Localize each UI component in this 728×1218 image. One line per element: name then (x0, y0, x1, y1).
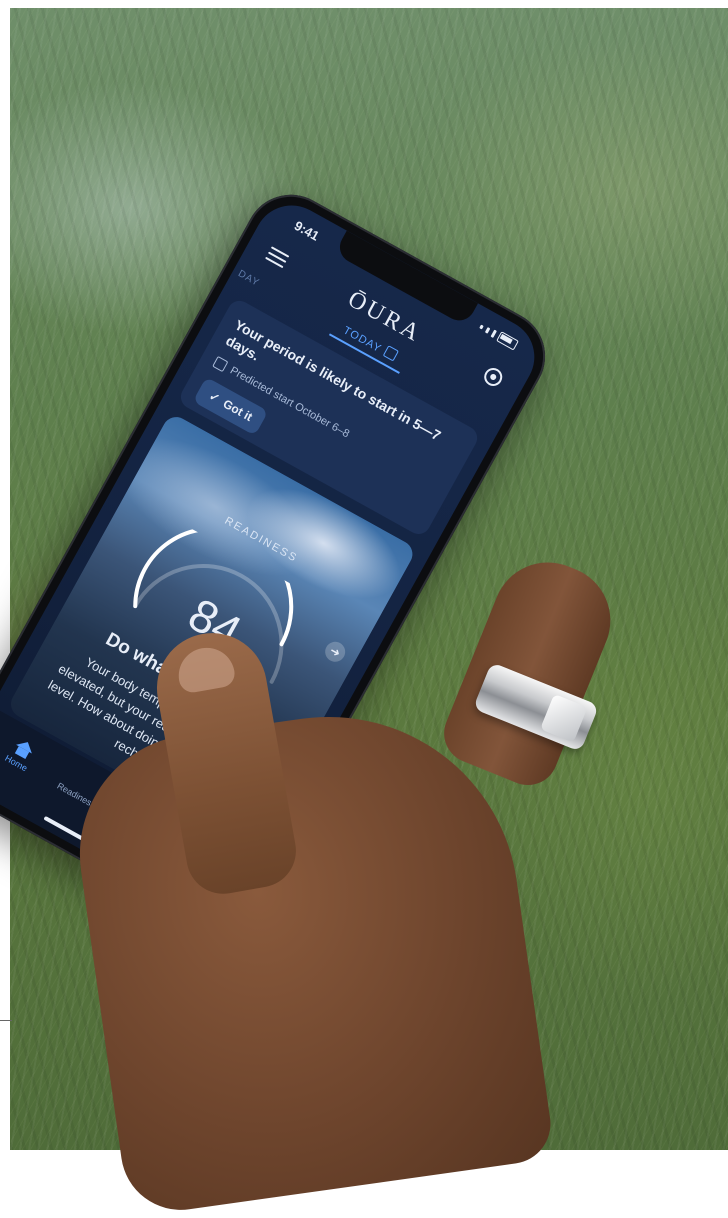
signal-icon (479, 324, 485, 330)
status-time: 9:41 (291, 217, 322, 244)
calendar-icon (383, 345, 400, 362)
calendar-icon (211, 356, 229, 373)
crop-mark (0, 1020, 12, 1021)
got-it-label: Got it (220, 396, 255, 425)
ring-highlight (540, 693, 588, 743)
thumbnail (174, 643, 237, 695)
battery-icon (496, 331, 519, 351)
check-icon: ✓ (206, 389, 223, 407)
signal-bar (490, 329, 498, 338)
status-icons (478, 321, 519, 351)
nav-home[interactable]: Home (0, 730, 50, 780)
signal-bar (485, 326, 491, 334)
